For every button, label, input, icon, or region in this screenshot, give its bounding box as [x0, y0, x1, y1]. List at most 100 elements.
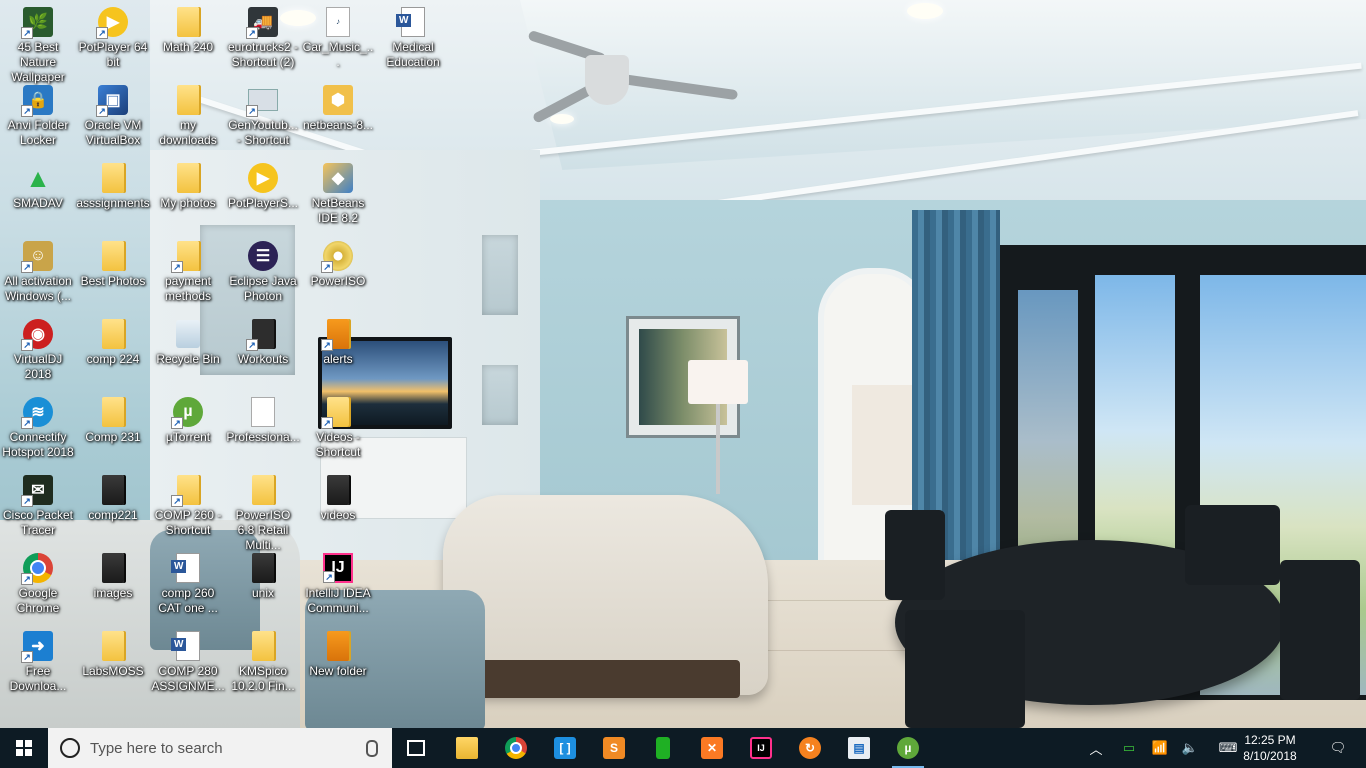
wallpaper-app-icon: 🌿 — [21, 7, 53, 39]
speaker-icon: 🔈 — [1181, 740, 1199, 755]
folder-icon — [98, 553, 128, 583]
connectify-icon: ≋ — [21, 397, 53, 429]
clock-date: 8/10/2018 — [1243, 749, 1297, 763]
desktop-icon-netbeans-ide[interactable]: ◆ NetBeans IDE 8.2 — [300, 158, 376, 226]
desktop-icon-videos-shortcut[interactable]: Videos - Shortcut — [300, 392, 376, 460]
folder-lock-icon: 🔒 — [21, 85, 53, 117]
desktop-icon-professional[interactable]: Professiona... — [225, 392, 301, 445]
desktop-icon-workouts[interactable]: Workouts — [225, 314, 301, 367]
desktop-icon-new-folder[interactable]: New folder — [300, 626, 376, 679]
desktop-icon-potplayer[interactable]: ▶ PotPlayer 64 bit — [75, 2, 151, 70]
start-button[interactable] — [0, 728, 48, 768]
search-placeholder: Type here to search — [90, 739, 223, 757]
download-manager-icon: ➜ — [21, 631, 53, 663]
smadav-icon: ▲ — [25, 162, 51, 193]
wifi-icon: 📶 — [1151, 740, 1169, 755]
desktop-icon-comp-224[interactable]: comp 224 — [75, 314, 151, 367]
action-center-button[interactable]: 🗨 — [1322, 728, 1354, 768]
tray-volume[interactable]: 🔈 — [1178, 728, 1202, 768]
taskbar-search-box[interactable]: Type here to search — [48, 728, 392, 768]
folder-icon — [173, 163, 203, 193]
desktop-icon-intellij[interactable]: IJ IntelliJ IDEA Communi... — [300, 548, 376, 616]
desktop-icon-medical-education[interactable]: W Medical Education — [375, 2, 451, 70]
utorrent-icon: µ — [897, 737, 919, 759]
desktop-icon-smadav[interactable]: ▲ SMADAV — [0, 158, 76, 211]
desktop-icon-free-download-manager[interactable]: ➜ Free Downloa... — [0, 626, 76, 694]
battery-icon: ▭ — [1122, 740, 1136, 755]
taskbar-bracket-app[interactable]: [ ] — [541, 728, 589, 768]
desktop-icon-comp-260-cat-one[interactable]: W comp 260 CAT one ... — [150, 548, 226, 616]
desktop-icon-math-240[interactable]: Math 240 — [150, 2, 226, 55]
taskbar-window-app[interactable]: ▤ — [835, 728, 883, 768]
desktop-icon-poweriso[interactable]: PowerISO — [300, 236, 376, 289]
word-doc-icon: W — [171, 631, 203, 661]
desktop-icon-virtualdj[interactable]: ◉ VirtualDJ 2018 — [0, 314, 76, 382]
desktop-icon-comp-260-shortcut[interactable]: COMP 260 - Shortcut — [150, 470, 226, 538]
desktop-icon-comp221[interactable]: comp221 — [75, 470, 151, 523]
taskbar-task-view-button[interactable] — [392, 728, 440, 768]
desktop-icon-my-photos[interactable]: My photos — [150, 158, 226, 211]
document-icon — [248, 397, 278, 427]
green-pipe-icon — [656, 737, 670, 759]
recycle-bin-icon — [173, 319, 203, 349]
desktop-icon-my-downloads[interactable]: my downloads — [150, 80, 226, 148]
desktop-icon-connectify[interactable]: ≋ Connectify Hotspot 2018 — [0, 392, 76, 460]
taskbar-clock[interactable]: 12:25 PM 8/10/2018 — [1230, 728, 1310, 768]
folder-icon — [248, 475, 278, 505]
folder-icon — [321, 319, 353, 351]
desktop-icon-potplayers[interactable]: ▶ PotPlayerS... — [225, 158, 301, 211]
folder-icon — [171, 241, 203, 273]
folder-icon — [98, 631, 128, 661]
bracket-app-icon: [ ] — [554, 737, 576, 759]
desktop-icon-best-photos[interactable]: Best Photos — [75, 236, 151, 289]
desktop-icon-car-music[interactable]: ♪ Car_Music_... — [300, 2, 376, 70]
taskbar-xampp[interactable]: ✕ — [688, 728, 736, 768]
m4a-file-icon: ♪ — [323, 7, 353, 37]
taskbar-sublime-text[interactable]: S — [590, 728, 638, 768]
desktop-icon-anvi-folder-locker[interactable]: 🔒 Anvi Folder Locker — [0, 80, 76, 148]
eclipse-icon: ☰ — [248, 241, 278, 271]
desktop-icon-alerts[interactable]: alerts — [300, 314, 376, 367]
taskbar: Type here to search [ ] S ✕ IJ ↻ ▤ µ ︿ ▭… — [0, 728, 1366, 768]
show-hidden-icons-button[interactable]: ︿ — [1084, 728, 1108, 768]
desktop-icon-45-best-nature-wallpaper[interactable]: 🌿 45 Best Nature Wallpaper — [0, 2, 76, 85]
desktop-icon-genyoutube[interactable]: GenYoutub... - Shortcut — [225, 80, 301, 148]
taskbar-chrome[interactable] — [492, 728, 540, 768]
desktop-icon-asssignments[interactable]: asssignments — [75, 158, 151, 211]
word-doc-icon: W — [396, 7, 428, 37]
folder-icon — [98, 397, 128, 427]
microphone-icon[interactable] — [366, 740, 378, 757]
app-window-icon — [246, 85, 278, 117]
desktop-icon-payment-methods[interactable]: payment methods — [150, 236, 226, 304]
chevron-up-icon: ︿ — [1089, 741, 1103, 757]
desktop-icon-images[interactable]: images — [75, 548, 151, 601]
taskbar-intellij[interactable]: IJ — [737, 728, 785, 768]
desktop-icon-cisco-packet-tracer[interactable]: ✉ Cisco Packet Tracer — [0, 470, 76, 538]
desktop-icon-comp-231[interactable]: Comp 231 — [75, 392, 151, 445]
windows-logo-icon — [16, 740, 32, 756]
taskbar-orange-app[interactable]: ↻ — [786, 728, 834, 768]
taskbar-green-pipe[interactable] — [639, 728, 687, 768]
desktop-icon-unix[interactable]: unix — [225, 548, 301, 601]
desktop-icon-google-chrome[interactable]: Google Chrome — [0, 548, 76, 616]
desktop-icon-all-activation[interactable]: ☺ All activation Windows (... — [0, 236, 76, 304]
tray-wifi[interactable]: 📶 — [1148, 728, 1172, 768]
virtualbox-icon: ▣ — [96, 85, 128, 117]
desktop-icon-kmspico[interactable]: KMSpico 10.2.0 Fin... — [225, 626, 301, 694]
folder-icon — [98, 241, 128, 271]
chrome-icon — [505, 737, 527, 759]
desktop-icon-videos[interactable]: videos — [300, 470, 376, 523]
desktop-icon-eclipse[interactable]: ☰ Eclipse Java Photon — [225, 236, 301, 304]
desktop-icon-poweriso-retail[interactable]: PowerISO 6.8 Retail Multi... — [225, 470, 301, 553]
taskbar-utorrent[interactable]: µ — [884, 728, 932, 768]
tray-network-app[interactable]: ▭ — [1117, 728, 1141, 768]
taskbar-file-explorer[interactable] — [443, 728, 491, 768]
xampp-icon: ✕ — [701, 737, 723, 759]
desktop-icon-comp-280-assignment[interactable]: W COMP 280 ASSIGNME... — [150, 626, 226, 694]
desktop-icon-labsmoss[interactable]: LabsMOSS — [75, 626, 151, 679]
desktop-icon-recycle-bin[interactable]: Recycle Bin — [150, 314, 226, 367]
desktop-icon-utorrent[interactable]: µ µTorrent — [150, 392, 226, 445]
desktop-icon-virtualbox[interactable]: ▣ Oracle VM VirtualBox — [75, 80, 151, 148]
desktop-icon-netbeans-installer[interactable]: ⬢ netbeans-8... — [300, 80, 376, 133]
desktop-icon-eurotrucks2[interactable]: 🚚 eurotrucks2 - Shortcut (2) — [225, 2, 301, 70]
